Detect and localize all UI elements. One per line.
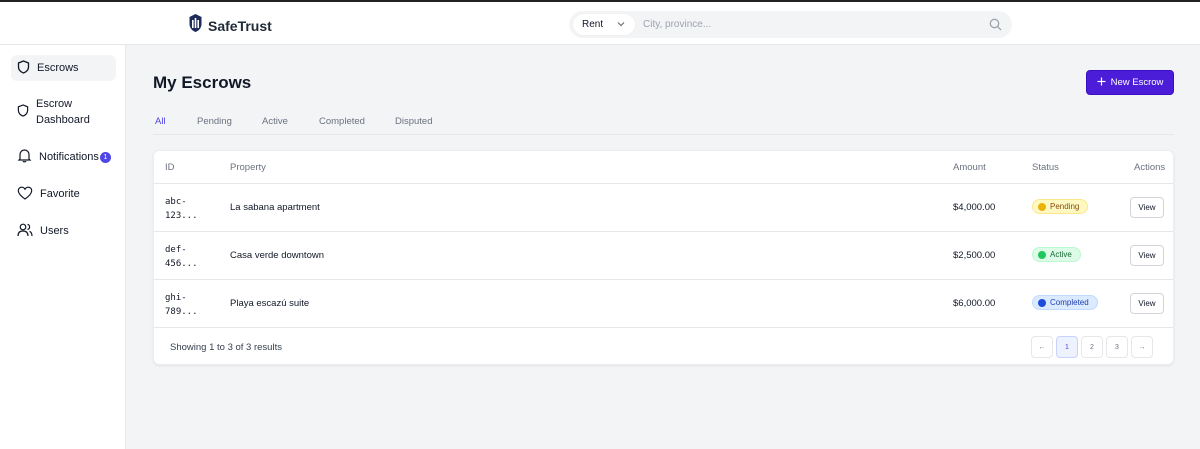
- status-dot: [1038, 250, 1046, 259]
- status-badge: Completed: [1032, 295, 1098, 310]
- new-escrow-label: New Escrow: [1110, 77, 1164, 88]
- tab-all[interactable]: All: [155, 116, 166, 127]
- status-badge: Pending: [1032, 199, 1089, 214]
- table-row: ghi- 789... Playa escazú suite $6,000.00…: [154, 280, 1173, 328]
- new-escrow-button[interactable]: New Escrow: [1086, 70, 1174, 95]
- view-button[interactable]: View: [1130, 293, 1164, 314]
- search-bar: Rent City, province...: [569, 11, 1012, 38]
- tab-active[interactable]: Active: [262, 116, 288, 127]
- users-icon: [17, 223, 33, 240]
- pagination-next-button[interactable]: →: [1131, 336, 1153, 358]
- table-row: abc- 123... La sabana apartment $4,000.0…: [154, 184, 1173, 232]
- pagination-prev-button[interactable]: ←: [1031, 336, 1053, 358]
- property-name: Casa verde downtown: [230, 250, 324, 261]
- sidebar-item-label: Escrows: [37, 62, 79, 74]
- shield-icon: [17, 104, 29, 120]
- column-header-amount: Amount: [953, 162, 986, 173]
- status-badge: Active: [1032, 247, 1081, 262]
- sidebar-item-notifications[interactable]: Notifications 1: [11, 146, 116, 168]
- sidebar: Escrows Escrow Dashboard Notifications 1…: [0, 45, 126, 449]
- brand-logo[interactable]: SafeTrust: [188, 13, 272, 38]
- escrow-id: ghi- 789...: [165, 293, 198, 317]
- escrow-id: def- 456...: [165, 245, 198, 269]
- plus-icon: [1097, 77, 1106, 89]
- view-button[interactable]: View: [1130, 245, 1164, 266]
- escrow-id: abc- 123...: [165, 197, 198, 221]
- top-bar: SafeTrust Rent City, province...: [0, 0, 1200, 45]
- shield-icon: [17, 59, 30, 77]
- sidebar-item-escrow-dashboard[interactable]: Escrow Dashboard: [11, 95, 116, 129]
- main-content: My Escrows New Escrow All Pending Active…: [126, 45, 1200, 449]
- property-name: La sabana apartment: [230, 202, 320, 213]
- sidebar-item-label: Favorite: [40, 188, 80, 200]
- bell-icon: [17, 148, 32, 166]
- pagination-page-2[interactable]: 2: [1081, 336, 1103, 358]
- sidebar-item-label: Notifications: [39, 151, 99, 163]
- search-input[interactable]: City, province...: [643, 19, 989, 30]
- listing-type-select[interactable]: Rent: [573, 14, 635, 35]
- sidebar-item-escrows[interactable]: Escrows: [11, 55, 116, 81]
- brand-name: SafeTrust: [208, 17, 272, 34]
- sidebar-item-users[interactable]: Users: [11, 220, 116, 242]
- search-icon[interactable]: [989, 18, 1002, 31]
- pagination-page-3[interactable]: 3: [1106, 336, 1128, 358]
- column-header-property: Property: [230, 162, 266, 173]
- listing-type-value: Rent: [582, 19, 604, 30]
- escrows-table-card: ID Property Amount Status Actions abc- 1…: [153, 150, 1174, 365]
- sidebar-item-favorite[interactable]: Favorite: [11, 183, 116, 205]
- heart-icon: [17, 186, 33, 203]
- tab-pending[interactable]: Pending: [197, 116, 232, 127]
- property-name: Playa escazú suite: [230, 298, 310, 309]
- escrow-amount: $2,500.00: [953, 250, 996, 261]
- table-row: def- 456... Casa verde downtown $2,500.0…: [154, 232, 1173, 280]
- escrow-amount: $6,000.00: [953, 298, 996, 309]
- status-tabs: All Pending Active Completed Disputed: [153, 116, 1174, 135]
- sidebar-item-label: Users: [40, 225, 69, 237]
- page-title: My Escrows: [153, 73, 252, 92]
- tab-completed[interactable]: Completed: [319, 116, 365, 127]
- tab-disputed[interactable]: Disputed: [395, 116, 433, 127]
- escrow-amount: $4,000.00: [953, 202, 996, 213]
- pagination: ← 1 2 3 →: [1031, 336, 1153, 358]
- chevron-down-icon: [617, 19, 625, 30]
- view-button[interactable]: View: [1130, 197, 1164, 218]
- column-header-actions: Actions: [1134, 162, 1166, 173]
- status-dot: [1038, 298, 1046, 307]
- column-header-id: ID: [165, 162, 175, 173]
- logo-icon: [188, 13, 203, 38]
- results-summary: Showing 1 to 3 of 3 results: [170, 342, 282, 353]
- sidebar-item-label: Escrow Dashboard: [36, 98, 90, 126]
- notification-count-badge: 1: [99, 151, 111, 163]
- column-header-status: Status: [1032, 162, 1059, 173]
- status-dot: [1038, 202, 1046, 211]
- pagination-page-1[interactable]: 1: [1056, 336, 1078, 358]
